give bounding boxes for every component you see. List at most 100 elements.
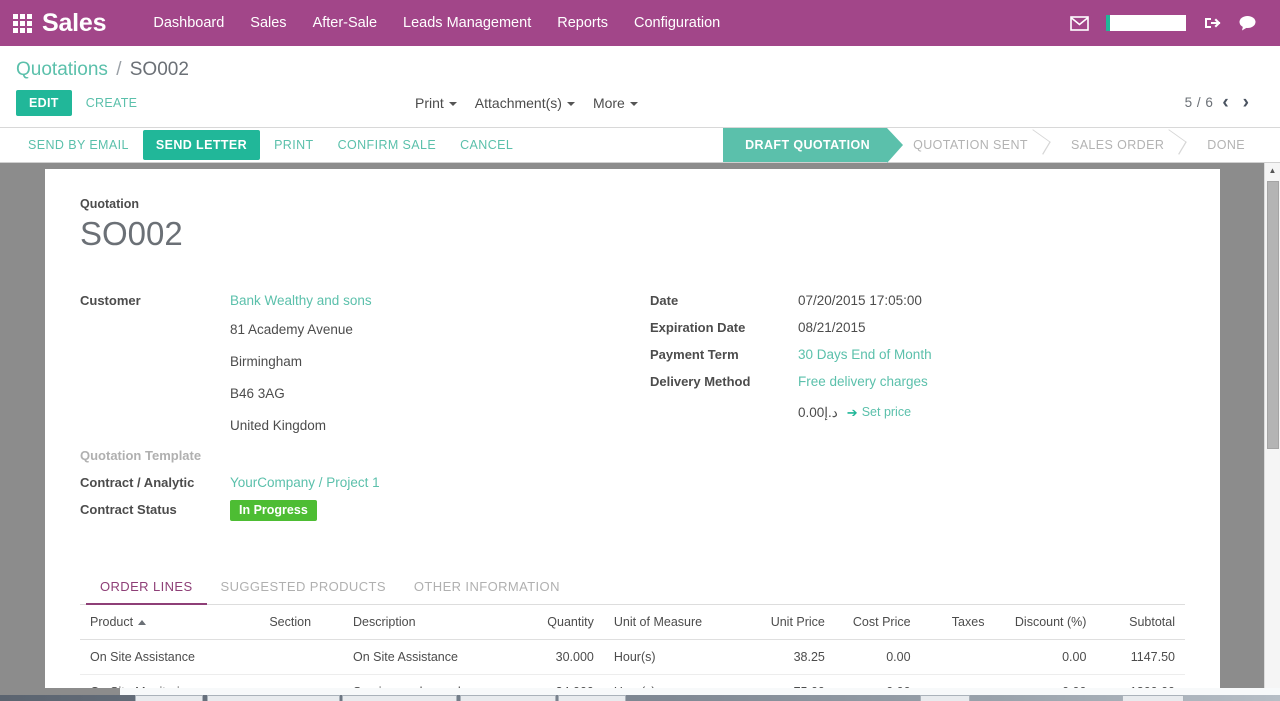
column-header-discount[interactable]: Discount (%) bbox=[994, 606, 1096, 640]
column-header-product-label: Product bbox=[90, 615, 133, 629]
cell-product: On Site Assistance bbox=[80, 640, 259, 675]
column-header-taxes[interactable]: Taxes bbox=[921, 606, 995, 640]
confirm-sale-button[interactable]: CONFIRM SALE bbox=[326, 131, 449, 159]
customer-value[interactable]: Bank Wealthy and sons bbox=[230, 293, 372, 308]
customer-label: Customer bbox=[80, 290, 230, 317]
top-navbar: Sales Dashboard Sales After-Sale Leads M… bbox=[0, 0, 1280, 46]
stage-quotation-sent-label: QUOTATION SENT bbox=[913, 138, 1028, 152]
column-header-cost-price[interactable]: Cost Price bbox=[835, 606, 921, 640]
cancel-button[interactable]: CANCEL bbox=[448, 131, 525, 159]
breadcrumb-separator: / bbox=[116, 59, 121, 80]
contract-analytic-value[interactable]: YourCompany / Project 1 bbox=[230, 475, 380, 490]
delivery-method-value[interactable]: Free delivery charges bbox=[798, 374, 928, 389]
field-row-contract-status: Contract Status In Progress bbox=[80, 499, 650, 527]
taskbar-item[interactable] bbox=[342, 695, 457, 701]
more-dropdown[interactable]: More bbox=[584, 91, 647, 115]
column-header-description[interactable]: Description bbox=[343, 606, 515, 640]
notebook: ORDER LINES SUGGESTED PRODUCTS OTHER INF… bbox=[80, 571, 1185, 701]
order-lines-table: Product Section Description Quantity Uni… bbox=[80, 606, 1185, 701]
control-panel: Quotations / SO002 EDIT CREATE Print Att… bbox=[0, 46, 1280, 128]
print-dropdown[interactable]: Print bbox=[406, 91, 466, 115]
payment-term-value[interactable]: 30 Days End of Month bbox=[798, 347, 932, 362]
stage-draft-quotation-label: DRAFT QUOTATION bbox=[745, 138, 870, 152]
pager-next-icon[interactable]: › bbox=[1238, 93, 1254, 112]
stage-sales-order[interactable]: SALES ORDER bbox=[1045, 128, 1181, 162]
login-icon[interactable] bbox=[1203, 15, 1221, 31]
menu-item-leads-management[interactable]: Leads Management bbox=[390, 9, 544, 37]
create-button[interactable]: CREATE bbox=[76, 90, 148, 116]
tab-other-information[interactable]: OTHER INFORMATION bbox=[400, 571, 574, 605]
arrow-right-icon: ➔ bbox=[847, 402, 858, 423]
payment-term-label: Payment Term bbox=[650, 344, 798, 371]
delivery-method-label: Delivery Method bbox=[650, 371, 798, 398]
date-label: Date bbox=[650, 290, 798, 317]
control-panel-actions: EDIT CREATE Print Attachment(s) More 5 /… bbox=[0, 81, 1280, 127]
form-right-column: Date 07/20/2015 17:05:00 Expiration Date… bbox=[650, 290, 1170, 527]
table-header-row: Product Section Description Quantity Uni… bbox=[80, 606, 1185, 640]
delivery-price-value: 0.00د.إ bbox=[798, 402, 838, 423]
table-row[interactable]: On Site Assistance On Site Assistance 30… bbox=[80, 640, 1185, 675]
attachments-dropdown[interactable]: Attachment(s) bbox=[466, 91, 584, 115]
field-row-address-country: United Kingdom bbox=[80, 413, 650, 445]
menu-item-sales[interactable]: Sales bbox=[237, 9, 299, 37]
app-brand-sales[interactable]: Sales bbox=[42, 9, 106, 38]
taskbar-item[interactable] bbox=[207, 695, 340, 701]
taskbar-item[interactable] bbox=[460, 695, 556, 701]
quotation-template-label: Quotation Template bbox=[80, 445, 230, 472]
pager: 5 / 6 ‹ › bbox=[1185, 93, 1264, 112]
page-title: SO002 bbox=[80, 213, 1185, 254]
scrollbar-thumb[interactable] bbox=[1267, 181, 1279, 449]
field-row-payment-term: Payment Term 30 Days End of Month bbox=[650, 344, 1170, 371]
print-button[interactable]: PRINT bbox=[262, 131, 326, 159]
breadcrumb-quotations[interactable]: Quotations bbox=[16, 59, 108, 80]
menu-item-dashboard[interactable]: Dashboard bbox=[140, 9, 237, 37]
date-value: 07/20/2015 17:05:00 bbox=[798, 293, 922, 308]
chat-icon[interactable] bbox=[1238, 15, 1257, 31]
notebook-tabs: ORDER LINES SUGGESTED PRODUCTS OTHER INF… bbox=[80, 571, 1185, 605]
customer-address-street: 81 Academy Avenue bbox=[230, 317, 650, 343]
stage-pipeline: DRAFT QUOTATION QUOTATION SENT SALES ORD… bbox=[723, 128, 1280, 162]
send-by-email-button[interactable]: SEND BY EMAIL bbox=[16, 131, 141, 159]
apps-grid-icon[interactable] bbox=[8, 9, 36, 37]
column-header-section[interactable]: Section bbox=[259, 606, 343, 640]
chevron-down-icon bbox=[630, 102, 638, 106]
column-header-quantity[interactable]: Quantity bbox=[515, 606, 604, 640]
vertical-scrollbar[interactable]: ▲ ▼ bbox=[1264, 163, 1280, 701]
menu-item-after-sale[interactable]: After-Sale bbox=[300, 9, 390, 37]
field-row-date: Date 07/20/2015 17:05:00 bbox=[650, 290, 1170, 317]
main-menu: Dashboard Sales After-Sale Leads Managem… bbox=[140, 9, 733, 37]
column-header-subtotal[interactable]: Subtotal bbox=[1096, 606, 1185, 640]
column-header-unit-price[interactable]: Unit Price bbox=[745, 606, 835, 640]
pager-previous-icon[interactable]: ‹ bbox=[1217, 93, 1233, 112]
cell-unit-price: 38.25 bbox=[745, 640, 835, 675]
taskbar-item[interactable] bbox=[558, 695, 626, 701]
cell-cost-price: 0.00 bbox=[835, 640, 921, 675]
taskbar-item[interactable] bbox=[920, 695, 970, 701]
stage-chevron-icon bbox=[1029, 132, 1046, 157]
os-taskbar bbox=[0, 688, 1280, 701]
scroll-up-icon[interactable]: ▲ bbox=[1265, 163, 1280, 178]
user-menu-bar[interactable] bbox=[1106, 15, 1186, 31]
send-letter-button[interactable]: SEND LETTER bbox=[143, 130, 260, 160]
stage-done[interactable]: DONE bbox=[1181, 128, 1262, 162]
customer-address-zip: B46 3AG bbox=[230, 381, 650, 407]
customer-address-country: United Kingdom bbox=[230, 413, 650, 439]
stage-draft-quotation[interactable]: DRAFT QUOTATION bbox=[723, 128, 887, 162]
set-price-button[interactable]: ➔ Set price bbox=[847, 402, 911, 423]
contract-status-label: Contract Status bbox=[80, 499, 230, 527]
contract-analytic-label: Contract / Analytic bbox=[80, 472, 230, 499]
record-type-label: Quotation bbox=[80, 197, 1185, 211]
menu-item-configuration[interactable]: Configuration bbox=[621, 9, 733, 37]
stage-quotation-sent[interactable]: QUOTATION SENT bbox=[887, 128, 1045, 162]
taskbar-item[interactable] bbox=[135, 695, 203, 701]
column-header-product[interactable]: Product bbox=[80, 606, 259, 640]
menu-item-reports[interactable]: Reports bbox=[544, 9, 621, 37]
mail-icon[interactable] bbox=[1070, 16, 1089, 31]
taskbar-item[interactable] bbox=[1122, 695, 1184, 701]
column-header-unit-of-measure[interactable]: Unit of Measure bbox=[604, 606, 745, 640]
edit-button[interactable]: EDIT bbox=[16, 90, 72, 116]
tab-order-lines[interactable]: ORDER LINES bbox=[86, 571, 207, 605]
status-badge: In Progress bbox=[230, 500, 317, 521]
tab-suggested-products[interactable]: SUGGESTED PRODUCTS bbox=[207, 571, 400, 605]
expiration-date-value: 08/21/2015 bbox=[798, 320, 866, 335]
